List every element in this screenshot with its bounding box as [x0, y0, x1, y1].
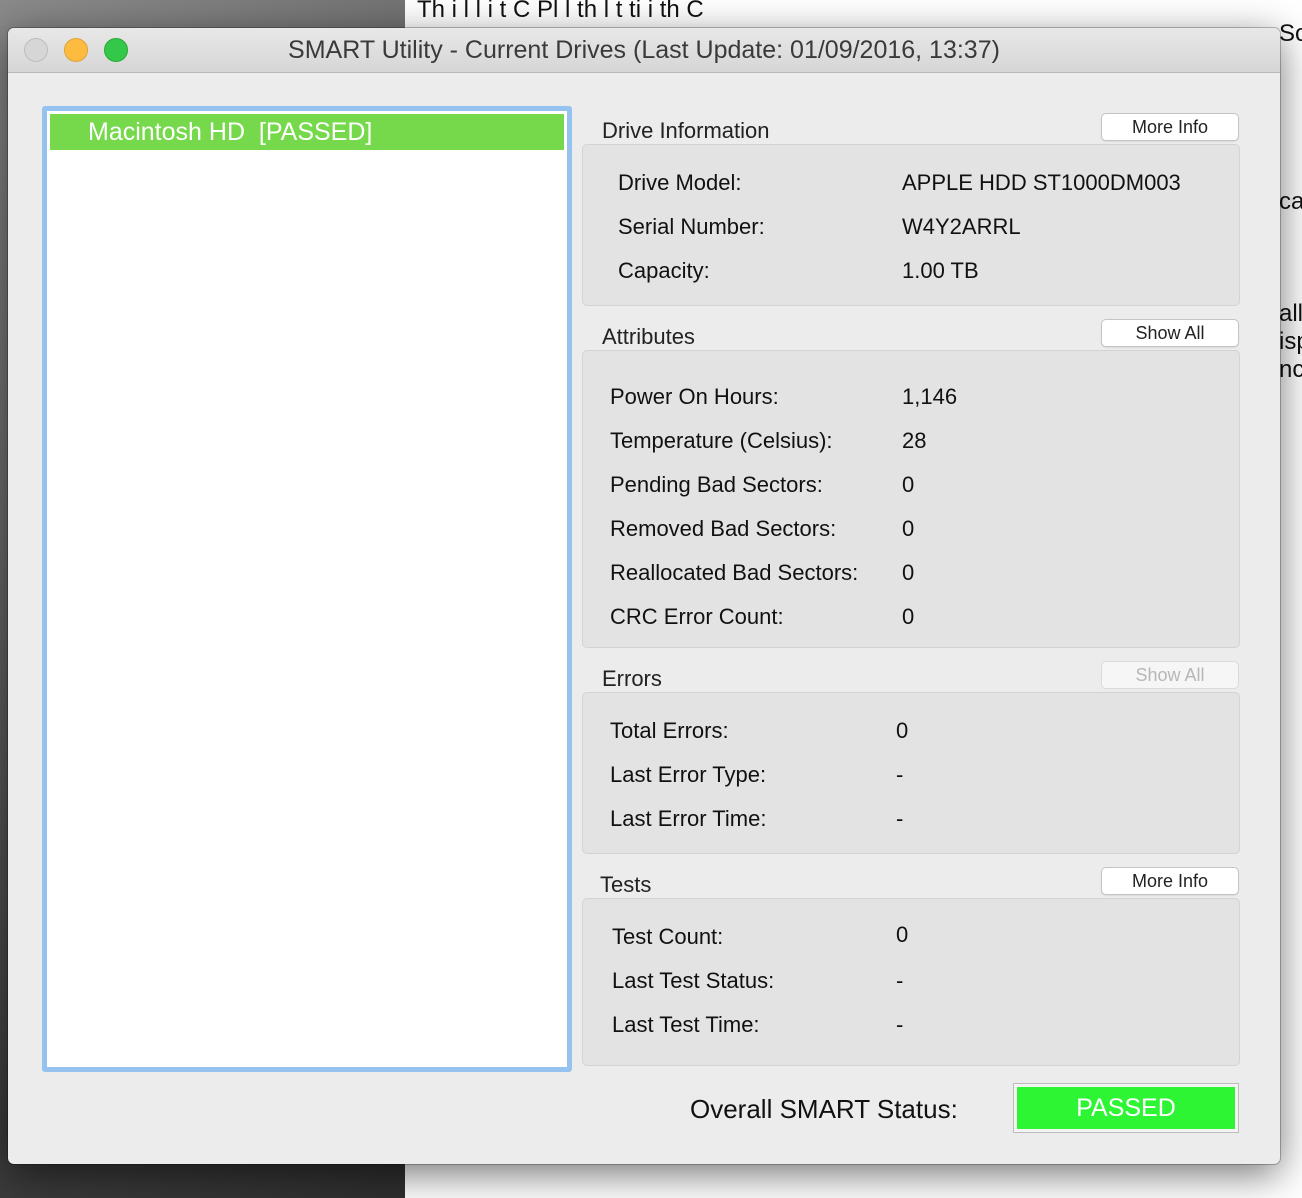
- last-error-type-value: -: [896, 762, 904, 787]
- background-document-text: Th i l l i t C Pl l th l t ti i th C: [417, 0, 704, 23]
- errors-heading: Errors: [602, 666, 662, 691]
- total-errors-value: 0: [896, 718, 909, 743]
- pending-bad-sectors-value: 0: [902, 472, 915, 497]
- crc-error-count-value: 0: [902, 604, 915, 629]
- drive-list[interactable]: Macintosh HD [PASSED]: [42, 106, 572, 1072]
- errors-show-all-button: Show All: [1101, 661, 1239, 689]
- serial-number-value: W4Y2ARRL: [902, 214, 1021, 239]
- errors-panel: Total Errors: 0 Last Error Type: - Last …: [582, 692, 1240, 854]
- background-document-fragment: nc: [1279, 356, 1302, 383]
- last-test-status-value: -: [896, 968, 904, 993]
- last-test-time-value: -: [896, 1012, 904, 1037]
- tests-more-info-button[interactable]: More Info: [1101, 867, 1239, 895]
- crc-error-count-label: CRC Error Count:: [610, 604, 784, 629]
- removed-bad-sectors-label: Removed Bad Sectors:: [610, 516, 837, 541]
- last-error-time-label: Last Error Time:: [610, 806, 767, 831]
- window-title: SMART Utility - Current Drives (Last Upd…: [288, 36, 1000, 64]
- removed-bad-sectors-value: 0: [902, 516, 915, 541]
- power-on-hours-value: 1,146: [902, 384, 958, 409]
- title-bar[interactable]: SMART Utility - Current Drives (Last Upd…: [8, 28, 1280, 73]
- background-document-fragment: ca: [1279, 188, 1302, 215]
- reallocated-bad-sectors-label: Reallocated Bad Sectors:: [610, 560, 859, 585]
- overall-smart-status-label: Overall SMART Status:: [690, 1094, 958, 1124]
- drive-information-heading: Drive Information: [602, 118, 770, 143]
- drive-information-panel: Drive Model: APPLE HDD ST1000DM003 Seria…: [582, 144, 1240, 306]
- drive-model-value: APPLE HDD ST1000DM003: [902, 170, 1181, 195]
- temperature-value: 28: [902, 428, 927, 453]
- overall-status-badge: PASSED: [1017, 1087, 1235, 1129]
- attributes-show-all-button[interactable]: Show All: [1101, 319, 1239, 347]
- tests-panel: Test Count: 0 Last Test Status: - Last T…: [582, 898, 1240, 1066]
- background-document-fragment: So: [1279, 20, 1302, 47]
- attributes-heading: Attributes: [602, 324, 695, 349]
- power-on-hours-label: Power On Hours:: [610, 384, 779, 409]
- smart-utility-window: SMART Utility - Current Drives (Last Upd…: [8, 28, 1280, 1164]
- capacity-value: 1.00 TB: [902, 258, 979, 283]
- drive-list-item-macintosh-hd[interactable]: Macintosh HD [PASSED]: [50, 114, 564, 150]
- attributes-panel: Power On Hours: 1,146 Temperature (Celsi…: [582, 350, 1240, 648]
- last-test-time-label: Last Test Time:: [612, 1012, 760, 1037]
- serial-number-label: Serial Number:: [618, 214, 765, 239]
- capacity-label: Capacity:: [618, 258, 710, 283]
- test-count-value: 0: [896, 922, 909, 947]
- last-error-time-value: -: [896, 806, 904, 831]
- background-document-fragment: isp: [1279, 328, 1302, 355]
- background-document-fragment: all: [1279, 300, 1302, 327]
- temperature-label: Temperature (Celsius):: [610, 428, 833, 453]
- drive-information-more-info-button[interactable]: More Info: [1101, 113, 1239, 141]
- pending-bad-sectors-label: Pending Bad Sectors:: [610, 472, 823, 497]
- overall-smart-status-indicator: PASSED: [1013, 1083, 1239, 1133]
- last-test-status-label: Last Test Status:: [612, 968, 775, 993]
- last-error-type-label: Last Error Type:: [610, 762, 767, 787]
- tests-heading: Tests: [600, 872, 652, 897]
- reallocated-bad-sectors-value: 0: [902, 560, 915, 585]
- drive-model-label: Drive Model:: [618, 170, 742, 195]
- test-count-label: Test Count:: [612, 924, 724, 949]
- total-errors-label: Total Errors:: [610, 718, 729, 743]
